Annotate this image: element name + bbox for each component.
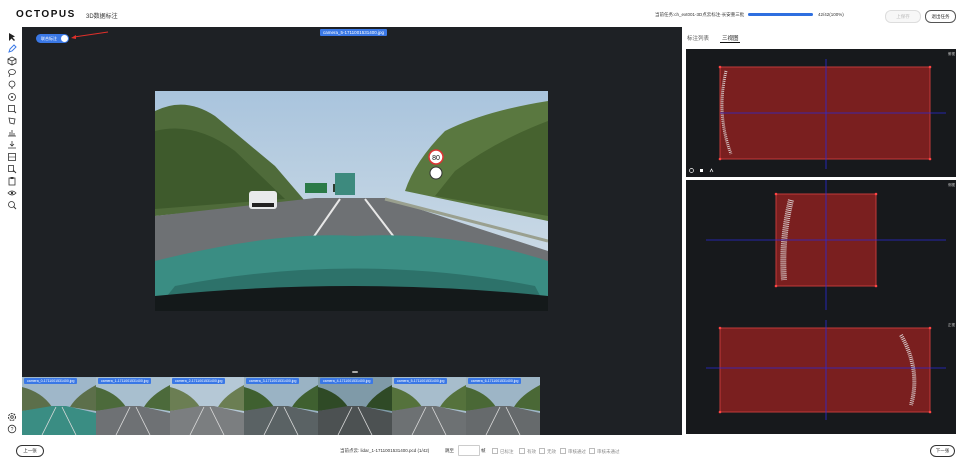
- thumbnail-label: camera_4-1711001531400.jpg: [320, 378, 374, 384]
- box-select-icon[interactable]: [7, 104, 17, 114]
- current-task: 当前任务:ch_ext001-3D点云标注-长安重三批: [655, 12, 745, 17]
- thumbnail-label: camera_5-1711001531400.jpg: [394, 378, 448, 384]
- filter-checkbox[interactable]: 审核通过: [560, 448, 586, 455]
- filter-checkbox[interactable]: 审核未通过: [589, 448, 620, 455]
- thumbnail-label: camera_6-1711001531400.jpg: [468, 378, 522, 384]
- copy-icon[interactable]: [7, 164, 17, 174]
- view-tools: [689, 168, 714, 173]
- camera-thumbnail[interactable]: camera_6-1711001531400.jpg: [466, 377, 540, 435]
- prev-frame-button[interactable]: 上一张: [16, 445, 44, 457]
- app-subtitle: 3D数据标注: [86, 14, 118, 20]
- side-view-label: 侧视: [948, 183, 955, 187]
- paste-icon[interactable]: [7, 176, 17, 186]
- pen-icon[interactable]: [7, 44, 17, 54]
- thumbnail-label: camera_2-1711001531400.jpg: [172, 378, 226, 384]
- camera-thumbnail[interactable]: camera_3-1711001531400.jpg: [244, 377, 318, 435]
- help-icon[interactable]: ?: [7, 424, 17, 434]
- app-logo: OCTOPUS: [16, 9, 76, 20]
- front-view[interactable]: 正视: [686, 320, 956, 434]
- filter-label: 无效: [547, 449, 556, 454]
- split-icon[interactable]: [7, 128, 17, 138]
- top-view[interactable]: 俯视: [686, 49, 956, 177]
- svg-text:?: ?: [11, 427, 14, 433]
- thumbnail-label: camera_0-1711001531400.jpg: [24, 378, 78, 384]
- polygon-icon[interactable]: [7, 116, 17, 126]
- red-arrow-annotation: [71, 31, 109, 39]
- tab-three-views[interactable]: 三视图: [722, 34, 739, 42]
- task-progress-fill: [748, 13, 813, 16]
- front-view-label: 正视: [948, 323, 955, 327]
- hand-icon[interactable]: [699, 168, 704, 173]
- filter-label: 审核通过: [568, 449, 586, 454]
- jump-label: 跳至: [445, 448, 454, 453]
- jump-unit-label: 帧: [481, 448, 486, 453]
- thumbnail-label: camera_3-1711001531400.jpg: [246, 378, 300, 384]
- camera-thumbnail[interactable]: camera_1-1711001531400.jpg: [96, 377, 170, 435]
- camera-image[interactable]: 80: [155, 91, 548, 311]
- tab-annotation-list[interactable]: 标注列表: [687, 34, 709, 42]
- merge-icon[interactable]: [7, 140, 17, 150]
- jump-frame-input[interactable]: [458, 445, 480, 456]
- fusion-annotation-toggle[interactable]: 联合标注: [36, 34, 69, 43]
- task-progress-bar: [748, 13, 813, 16]
- reset-view-icon[interactable]: [709, 168, 714, 173]
- filter-checkbox[interactable]: 已标注: [492, 448, 514, 455]
- zoom-icon[interactable]: [7, 200, 17, 210]
- left-toolbar: ?: [0, 27, 22, 438]
- current-frame-info: 当前点云: lidar_1-1711001531400.pcd (1/42): [340, 448, 430, 453]
- camera-thumbnail[interactable]: camera_4-1711001531400.jpg: [318, 377, 392, 435]
- camera-thumbnail[interactable]: camera_2-1711001531400.jpg: [170, 377, 244, 435]
- exit-task-button[interactable]: 退出任务: [925, 10, 956, 23]
- lasso-icon[interactable]: [7, 68, 17, 78]
- toggle-knob: [61, 35, 68, 42]
- save-button[interactable]: 上保存: [885, 10, 921, 23]
- top-view-label: 俯视: [948, 52, 955, 56]
- camera-thumbnail[interactable]: camera_5-1711001531400.jpg: [392, 377, 466, 435]
- filter-checkbox[interactable]: 有效: [519, 448, 536, 455]
- resize-handle[interactable]: [352, 371, 358, 373]
- point-icon[interactable]: [7, 80, 17, 90]
- cube-icon[interactable]: [7, 56, 17, 66]
- rotate-icon[interactable]: [689, 168, 694, 173]
- cursor-icon[interactable]: [7, 32, 17, 42]
- task-progress-text: 42/42(100%): [818, 12, 844, 17]
- speed-sign-text: 80: [432, 155, 440, 162]
- next-frame-button[interactable]: 下一张: [930, 445, 955, 457]
- active-tab-indicator: [720, 42, 740, 43]
- filter-label: 审核未通过: [597, 449, 620, 454]
- side-view[interactable]: 侧视: [686, 180, 956, 320]
- table-icon[interactable]: [7, 152, 17, 162]
- current-camera-label: camera_5-1711001531400.jpg: [320, 29, 387, 36]
- camera-thumbnail[interactable]: camera_0-1711001531400.jpg: [22, 377, 96, 435]
- settings-icon[interactable]: [7, 412, 17, 422]
- target-icon[interactable]: [7, 92, 17, 102]
- thumbnail-label: camera_1-1711001531400.jpg: [98, 378, 152, 384]
- fusion-toggle-label: 联合标注: [41, 36, 57, 41]
- eye-icon[interactable]: [7, 188, 17, 198]
- filter-label: 有效: [527, 449, 536, 454]
- filter-label: 已标注: [500, 449, 514, 454]
- filter-checkbox[interactable]: 无效: [539, 448, 556, 455]
